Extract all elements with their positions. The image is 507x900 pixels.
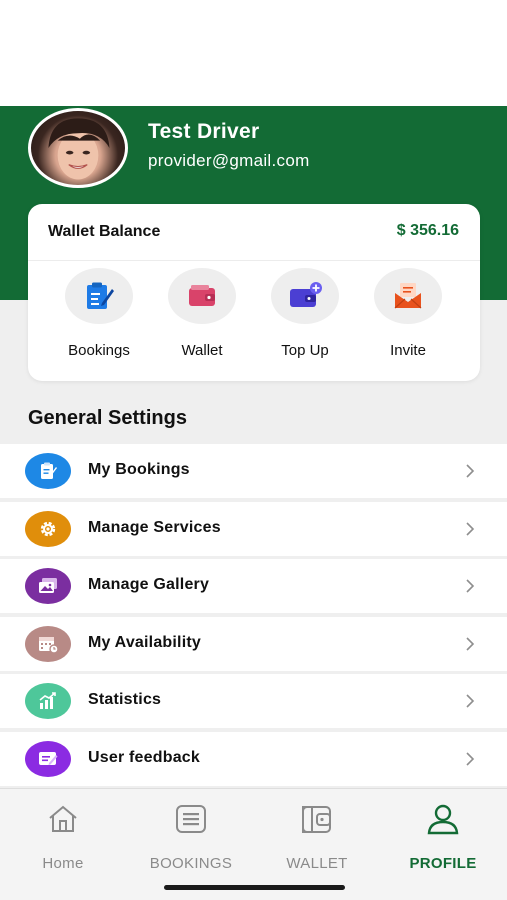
- chevron-right-icon: [466, 694, 475, 708]
- chart-icon: [25, 683, 71, 720]
- chevron-right-icon: [466, 464, 475, 478]
- settings-list: My Bookings Manage Services Manage Galle…: [0, 444, 507, 790]
- calendar-icon: [25, 625, 71, 662]
- quick-action-label: Bookings: [68, 342, 130, 359]
- divider: [28, 260, 480, 261]
- wallet-balance-amount: $ 356.16: [396, 222, 459, 239]
- settings-item-label: Statistics: [88, 691, 162, 709]
- nav-label: Home: [42, 855, 84, 872]
- avatar[interactable]: [28, 108, 128, 188]
- quick-action-label: Invite: [390, 342, 426, 359]
- quick-action-bookings[interactable]: Bookings: [49, 268, 149, 359]
- settings-item-label: My Bookings: [88, 461, 190, 478]
- settings-item-my-availability[interactable]: My Availability: [0, 616, 507, 671]
- chevron-right-icon: [466, 522, 475, 536]
- home-icon: [3, 801, 123, 837]
- profile-icon: [383, 801, 503, 837]
- wallet-card: Wallet Balance $ 356.16 Bookings Wallet …: [28, 204, 480, 381]
- clipboard-icon: [25, 453, 71, 489]
- settings-item-label: Manage Services: [88, 518, 221, 536]
- settings-item-label: My Availability: [88, 633, 201, 651]
- wallet-balance-label: Wallet Balance: [48, 223, 161, 240]
- nav-item-home[interactable]: Home: [3, 801, 123, 872]
- quick-action-top-up[interactable]: Top Up: [255, 268, 355, 359]
- home-indicator: [164, 885, 345, 890]
- settings-item-user-feedback[interactable]: User feedback: [0, 731, 507, 786]
- quick-action-label: Wallet: [181, 342, 223, 359]
- bottom-nav: Home BOOKINGS WALLET PROFILE: [0, 788, 507, 900]
- settings-item-label: Manage Gallery: [88, 576, 210, 594]
- settings-item-manage-services[interactable]: Manage Services: [0, 501, 507, 556]
- settings-item-label: User feedback: [88, 748, 200, 766]
- feedback-icon: [25, 740, 71, 777]
- settings-item-my-bookings[interactable]: My Bookings: [0, 444, 507, 498]
- status-bar-area: [0, 0, 507, 106]
- chevron-right-icon: [466, 637, 475, 651]
- nav-item-wallet[interactable]: WALLET: [257, 801, 377, 872]
- bookings-clipboard-icon: [65, 268, 133, 324]
- nav-item-profile[interactable]: PROFILE: [383, 801, 503, 872]
- quick-action-invite[interactable]: Invite: [358, 268, 458, 359]
- wallet-icon: [257, 801, 377, 837]
- gallery-icon: [25, 568, 71, 605]
- wallet-icon: [168, 268, 236, 324]
- top-up-icon: [271, 268, 339, 324]
- driver-email: provider@gmail.com: [148, 151, 310, 170]
- chevron-right-icon: [466, 579, 475, 593]
- general-settings-title: General Settings: [28, 407, 187, 429]
- nav-label: WALLET: [286, 855, 348, 872]
- avatar-photo: [48, 118, 110, 180]
- nav-label: BOOKINGS: [149, 855, 233, 872]
- settings-item-statistics[interactable]: Statistics: [0, 674, 507, 729]
- nav-item-bookings[interactable]: BOOKINGS: [131, 801, 251, 872]
- chevron-right-icon: [466, 752, 475, 766]
- nav-label: PROFILE: [409, 855, 477, 872]
- bookings-list-icon: [131, 801, 251, 837]
- driver-name: Test Driver: [148, 120, 260, 143]
- quick-action-label: Top Up: [281, 342, 329, 359]
- quick-action-wallet[interactable]: Wallet: [152, 268, 252, 359]
- settings-item-manage-gallery[interactable]: Manage Gallery: [0, 559, 507, 614]
- gear-icon: [25, 510, 71, 547]
- invite-envelope-icon: [374, 268, 442, 324]
